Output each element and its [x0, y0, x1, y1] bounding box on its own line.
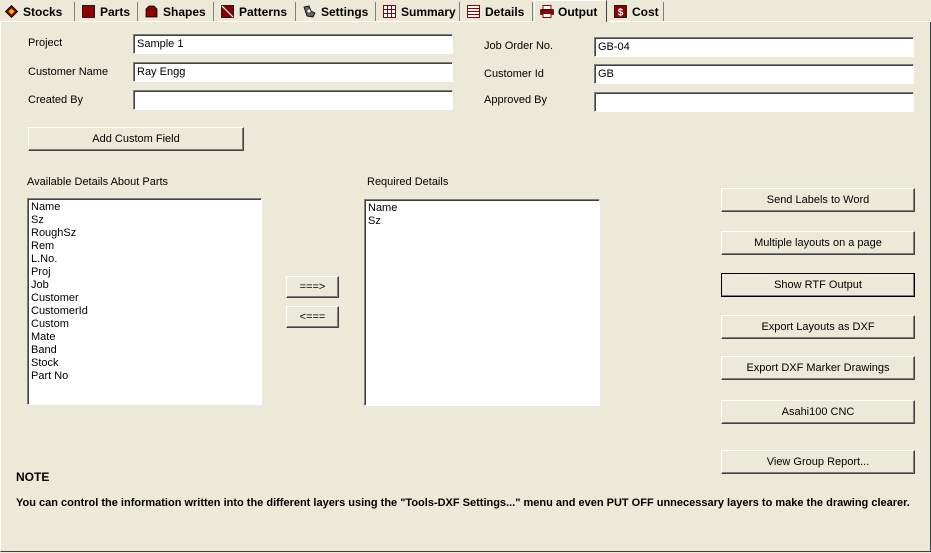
tab-label: Stocks — [23, 4, 63, 19]
tab-cost[interactable]: $ Cost — [609, 2, 664, 21]
list-item[interactable]: L.No. — [31, 253, 258, 266]
available-details-list[interactable]: Name Sz RoughSz Rem L.No. Proj Job Custo… — [27, 198, 262, 405]
available-details-label: Available Details About Parts — [27, 176, 169, 188]
note-text: You can control the information written … — [16, 497, 910, 509]
note-title: NOTE — [16, 470, 50, 484]
approved-by-input[interactable] — [594, 92, 914, 112]
tab-label: Shapes — [163, 4, 206, 19]
patterns-icon — [221, 5, 234, 18]
list-item[interactable]: Mate — [31, 331, 258, 344]
customer-id-input[interactable] — [594, 64, 914, 84]
tab-label: Output — [558, 4, 598, 19]
created-by-label: Created By — [28, 94, 84, 106]
list-item[interactable]: Band — [31, 344, 258, 357]
created-by-input[interactable] — [133, 90, 453, 110]
tab-label: Details — [485, 4, 525, 19]
tab-label: Parts — [100, 4, 131, 19]
move-left-button[interactable]: <=== — [286, 306, 339, 328]
show-rtf-output-button[interactable]: Show RTF Output — [721, 273, 915, 297]
tab-details[interactable]: Details — [462, 2, 533, 21]
customer-name-input[interactable] — [133, 62, 453, 82]
multiple-layouts-button[interactable]: Multiple layouts on a page — [721, 231, 915, 255]
tab-parts[interactable]: Parts — [77, 2, 138, 21]
parts-icon — [82, 5, 95, 18]
tab-bar: Stocks Parts Shapes Patterns Settings Su… — [0, 0, 931, 22]
summary-icon — [383, 5, 396, 18]
required-details-list[interactable]: Name Sz — [364, 199, 600, 406]
job-order-input[interactable] — [594, 37, 914, 57]
list-item[interactable]: RoughSz — [31, 227, 258, 240]
settings-icon — [303, 5, 316, 18]
shapes-icon — [145, 5, 158, 18]
tab-label: Settings — [321, 4, 369, 19]
tab-label: Summary — [401, 4, 456, 19]
list-item[interactable]: Custom — [31, 318, 258, 331]
tab-summary[interactable]: Summary — [378, 2, 460, 21]
list-item[interactable]: Part No — [31, 370, 258, 383]
list-item[interactable]: Sz — [31, 214, 258, 227]
export-dxf-marker-button[interactable]: Export DXF Marker Drawings — [721, 356, 915, 380]
tab-settings[interactable]: Settings — [298, 2, 376, 21]
list-item[interactable]: Customer — [31, 292, 258, 305]
export-layouts-dxf-button[interactable]: Export Layouts as DXF — [721, 315, 915, 339]
move-right-button[interactable]: ===> — [286, 276, 339, 298]
list-item[interactable]: Rem — [31, 240, 258, 253]
dollar-icon: $ — [614, 5, 627, 19]
list-item[interactable]: Sz — [368, 215, 596, 228]
details-icon — [467, 5, 480, 18]
tab-stocks[interactable]: Stocks — [0, 2, 75, 21]
tab-patterns[interactable]: Patterns — [216, 2, 296, 21]
list-item[interactable]: CustomerId — [31, 305, 258, 318]
svg-text:$: $ — [618, 8, 624, 19]
list-item[interactable]: Stock — [31, 357, 258, 370]
asahi100-cnc-button[interactable]: Asahi100 CNC — [721, 400, 915, 424]
approved-by-label: Approved By — [484, 94, 547, 106]
stocks-icon — [4, 4, 19, 19]
view-group-report-button[interactable]: View Group Report... — [721, 450, 915, 474]
tab-shapes[interactable]: Shapes — [140, 2, 214, 21]
tab-output[interactable]: Output — [534, 0, 607, 22]
project-label: Project — [28, 37, 63, 49]
job-order-label: Job Order No. — [484, 40, 554, 52]
customer-name-label: Customer Name — [28, 66, 109, 78]
tab-label: Cost — [632, 4, 659, 19]
list-item[interactable]: Job — [31, 279, 258, 292]
printer-icon — [540, 5, 554, 18]
required-details-label: Required Details — [367, 176, 449, 188]
customer-id-label: Customer Id — [484, 68, 544, 80]
send-labels-to-word-button[interactable]: Send Labels to Word — [721, 188, 915, 212]
list-item[interactable]: Name — [31, 201, 258, 214]
list-item[interactable]: Name — [368, 202, 596, 215]
add-custom-field-button[interactable]: Add Custom Field — [28, 127, 244, 151]
list-item[interactable]: Proj — [31, 266, 258, 279]
tab-label: Patterns — [239, 4, 288, 19]
project-input[interactable] — [133, 34, 453, 54]
